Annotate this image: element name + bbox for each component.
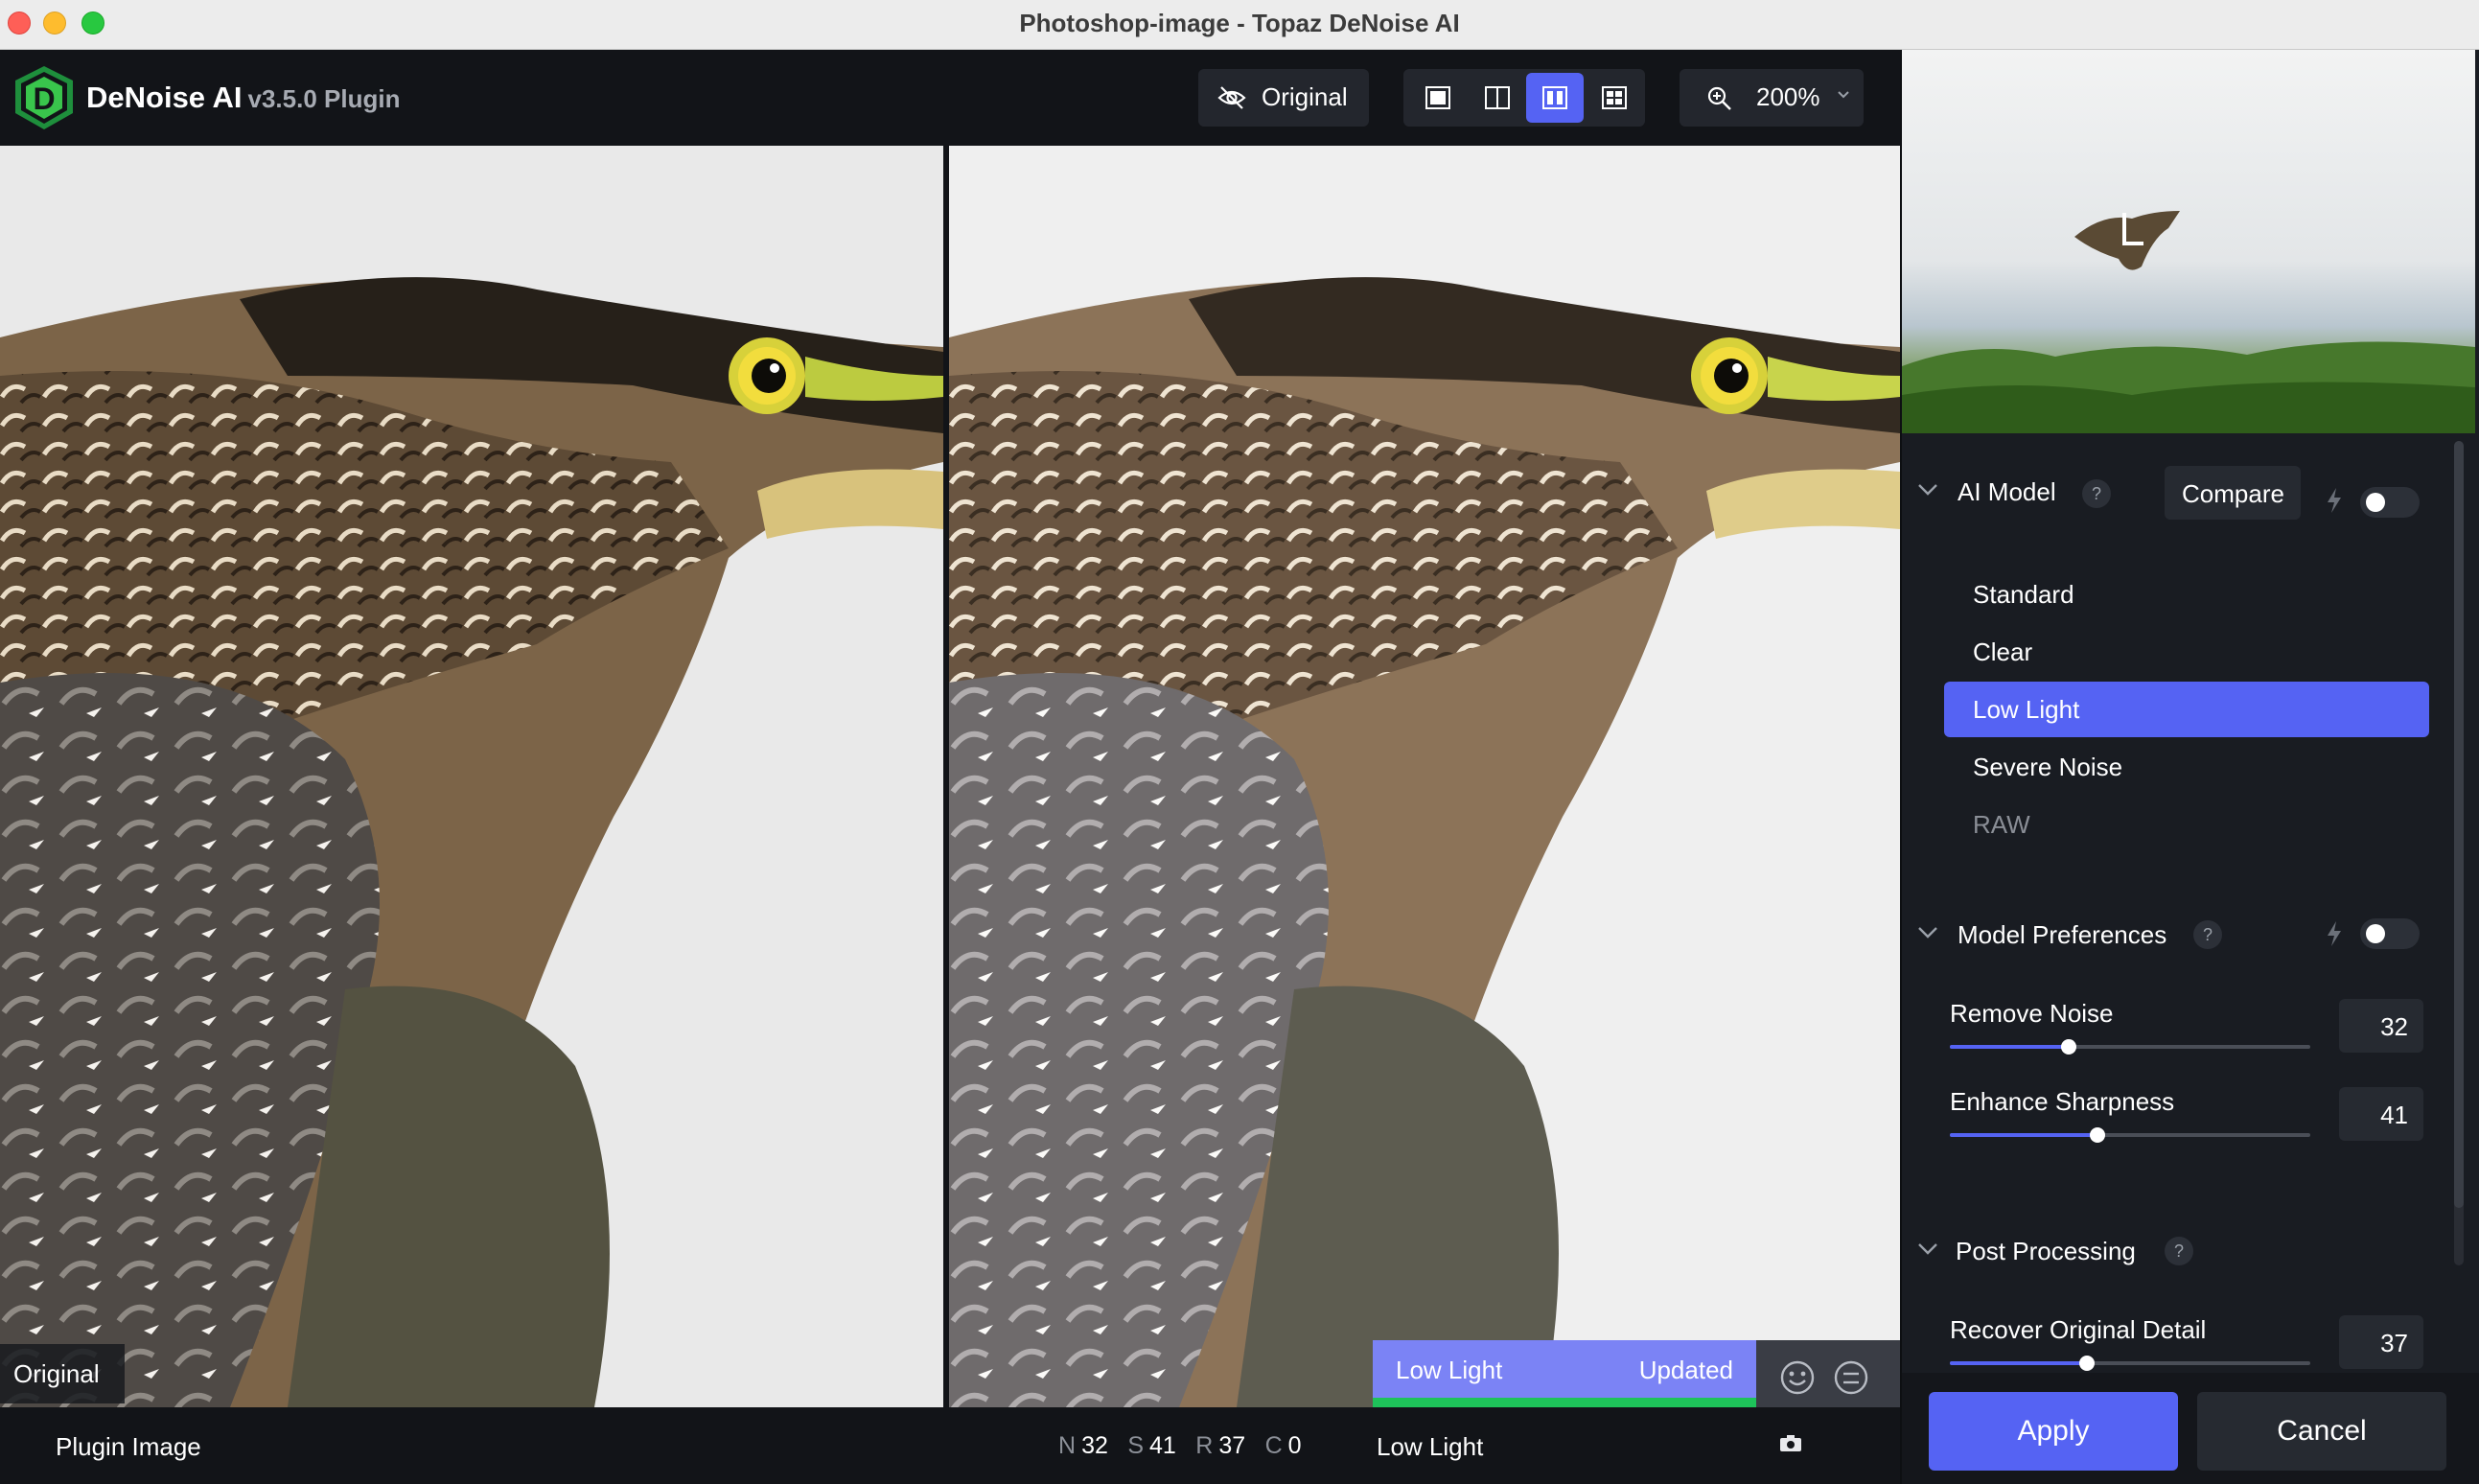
recover-detail-slider[interactable] (1950, 1356, 2310, 1371)
model-item-label: RAW (1973, 810, 2030, 839)
remove-noise-label: Remove Noise (1950, 999, 2114, 1028)
plugin-image-label: Plugin Image (56, 1432, 201, 1461)
split-view-button[interactable] (1469, 73, 1526, 123)
model-item-low-light[interactable]: Low Light (1944, 682, 2429, 737)
stat-noise-key: N (1058, 1432, 1077, 1459)
model-item-label: Standard (1973, 580, 2074, 609)
zoom-dropdown[interactable]: 200% (1680, 69, 1864, 127)
view-mode-group (1403, 69, 1645, 127)
apply-label: Apply (2017, 1415, 2090, 1447)
zoom-in-icon (1707, 86, 1731, 110)
panel-scrollbar-thumb[interactable] (2454, 441, 2464, 1208)
compare-label: Compare (2182, 479, 2284, 508)
cancel-label: Cancel (2277, 1415, 2367, 1447)
stat-color-value: 0 (1287, 1432, 1302, 1459)
model-preferences-help-icon[interactable]: ? (2193, 920, 2222, 949)
stat-noise-value: 32 (1081, 1432, 1108, 1459)
enhance-sharpness-label: Enhance Sharpness (1950, 1087, 2175, 1116)
model-item-standard[interactable]: Standard (1944, 567, 2429, 622)
compare-button[interactable]: Compare (2165, 466, 2301, 520)
app-name: DeNoise AI v3.5.0 Plugin (86, 81, 400, 115)
model-item-label: Low Light (1973, 695, 2080, 724)
neutral-face-icon[interactable] (1833, 1359, 1869, 1396)
cancel-button[interactable]: Cancel (2197, 1392, 2446, 1471)
model-status-badge: Low Light Updated (1373, 1340, 1756, 1407)
model-status-state: Updated (1638, 1356, 1733, 1384)
single-view-icon (1425, 86, 1450, 109)
ai-model-title: AI Model (1958, 477, 2056, 506)
zoom-level: 200% (1756, 82, 1820, 111)
post-processing-title: Post Processing (1956, 1237, 2136, 1265)
status-model-name: Low Light (1377, 1432, 1484, 1461)
remove-noise-fill (1950, 1045, 2070, 1049)
split-view-icon (1485, 86, 1510, 109)
model-item-severe-noise[interactable]: Severe Noise (1944, 739, 2429, 795)
enhance-sharpness-slider[interactable] (1950, 1127, 2310, 1143)
stat-sharpness-value: 41 (1149, 1432, 1176, 1459)
recover-detail-handle[interactable] (2078, 1356, 2095, 1371)
recover-detail-fill (1950, 1361, 2087, 1365)
eye-off-icon (1217, 86, 1246, 109)
feedback-group (1756, 1340, 1900, 1407)
apply-button[interactable]: Apply (1929, 1392, 2178, 1471)
comparison-grid-view-button[interactable] (1586, 73, 1643, 123)
model-item-label: Clear (1973, 638, 2033, 666)
stat-color-key: C (1264, 1432, 1283, 1459)
model-item-raw[interactable]: RAW (1944, 797, 2429, 852)
original-preview-pane[interactable] (0, 146, 943, 1407)
camera-icon[interactable] (1779, 1434, 1802, 1453)
app-version: v3.5.0 Plugin (247, 84, 401, 113)
settings-summary: N 32 S 41 R 37 C0 (1058, 1432, 1308, 1460)
recover-detail-value[interactable]: 37 (2339, 1315, 2423, 1369)
stat-recover-key: R (1195, 1432, 1214, 1459)
lightning-icon (2328, 921, 2341, 946)
processed-preview-pane[interactable] (949, 146, 1900, 1407)
model-preferences-collapse-icon[interactable] (1917, 926, 1938, 939)
model-item-clear[interactable]: Clear (1944, 624, 2429, 680)
stat-sharpness-key: S (1127, 1432, 1145, 1459)
remove-noise-slider[interactable] (1950, 1039, 2310, 1055)
remove-noise-handle[interactable] (2061, 1039, 2077, 1055)
original-label: Original (1262, 82, 1348, 111)
post-processing-help-icon[interactable]: ? (2165, 1237, 2193, 1265)
window-titlebar: Photoshop-image - Topaz DeNoise AI (0, 0, 2479, 50)
smiley-face-icon[interactable] (1779, 1359, 1816, 1396)
lightning-icon (2328, 488, 2341, 513)
heron-processed-image (949, 146, 1900, 1407)
model-preferences-title: Model Preferences (1958, 920, 2167, 949)
model-item-label: Severe Noise (1973, 753, 2123, 781)
show-original-button[interactable]: Original (1198, 69, 1369, 127)
svg-text:D: D (33, 81, 55, 116)
remove-noise-value[interactable]: 32 (2339, 999, 2423, 1053)
grid-view-icon (1602, 86, 1627, 109)
stat-recover-value: 37 (1218, 1432, 1246, 1459)
post-processing-collapse-icon[interactable] (1917, 1242, 1938, 1256)
denoise-logo-icon: D (15, 66, 73, 129)
original-tag-label: Original (13, 1359, 100, 1388)
side-by-side-icon (1542, 86, 1567, 109)
app-title: DeNoise AI (86, 81, 243, 114)
original-tag: Original (0, 1344, 125, 1403)
recover-detail-label: Recover Original Detail (1950, 1315, 2207, 1344)
chevron-down-icon (1838, 91, 1849, 99)
model-status-name: Low Light (1396, 1356, 1503, 1384)
navigator-thumbnail[interactable] (1902, 50, 2475, 433)
model-preferences-auto-toggle[interactable] (2360, 918, 2420, 949)
heron-original-image (0, 146, 943, 1407)
status-bar (0, 1407, 1900, 1484)
ai-model-collapse-icon[interactable] (1917, 483, 1938, 497)
enhance-sharpness-value[interactable]: 41 (2339, 1087, 2423, 1141)
processing-progress-bar (1373, 1398, 1756, 1407)
navigator-image (1902, 50, 2475, 433)
enhance-sharpness-fill (1950, 1133, 2098, 1137)
ai-model-help-icon[interactable]: ? (2082, 479, 2111, 508)
single-view-button[interactable] (1409, 73, 1467, 123)
ai-model-auto-toggle[interactable] (2360, 487, 2420, 518)
side-by-side-view-button[interactable] (1526, 73, 1584, 123)
window-title: Photoshop-image - Topaz DeNoise AI (1019, 9, 1460, 37)
